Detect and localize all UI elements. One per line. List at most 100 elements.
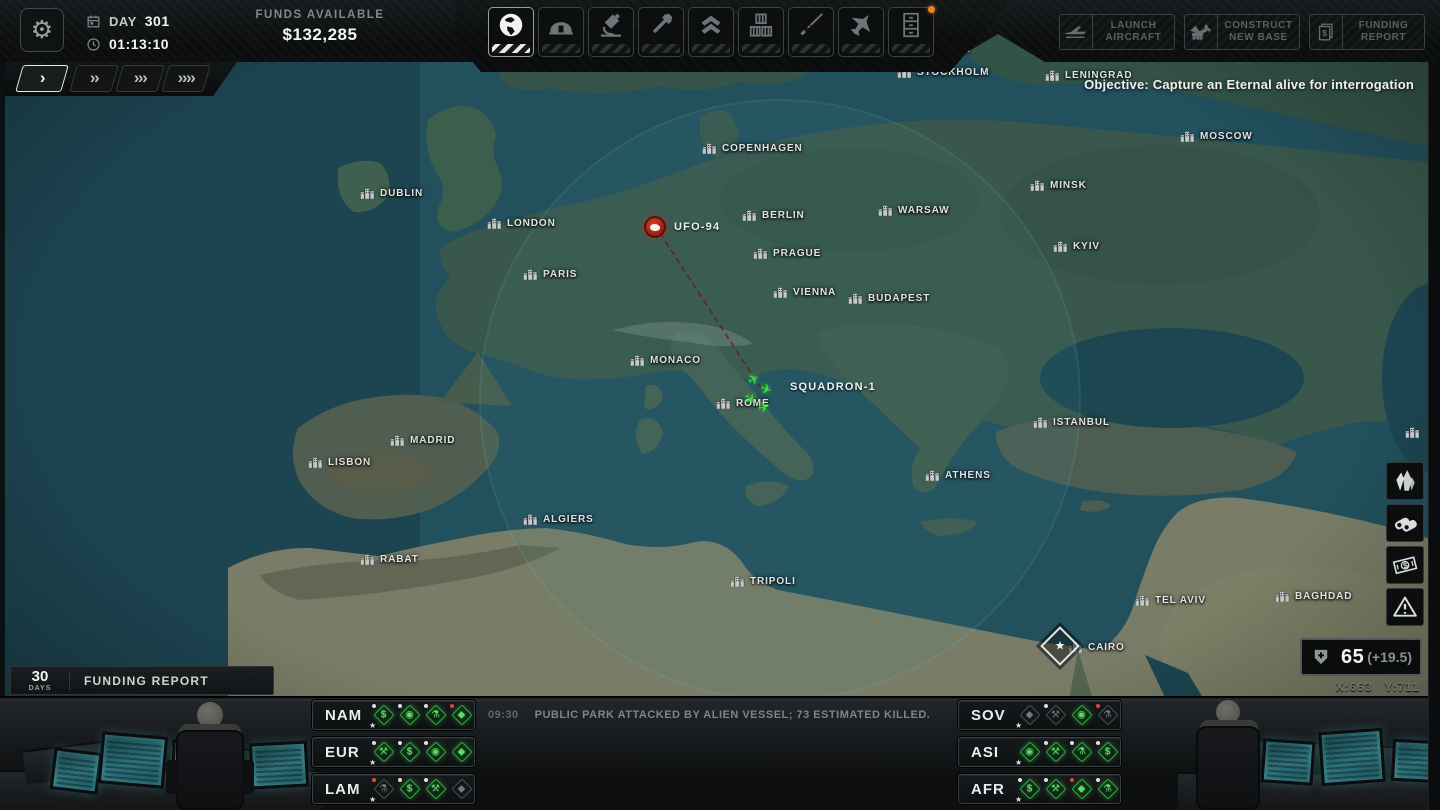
region-row-sov[interactable]: SOV ◆ ★ ⚒ ◉ ⚗ [958,700,1121,730]
base-marker[interactable]: ★ [1040,626,1080,666]
main-toolbar [455,0,1012,72]
speed-2-button[interactable]: ›› [69,65,119,92]
toolbar-stores-button[interactable] [738,7,784,57]
funding-days-value: 30 [31,668,49,685]
stores-icon [746,10,776,40]
star-icon: ★ [1015,757,1023,767]
toolbar-research-button[interactable] [588,7,634,57]
launch-aircraft-label: LAUNCH AIRCRAFT [1093,14,1175,50]
city-moscow[interactable]: MOSCOW [1180,131,1253,142]
city-warsaw[interactable]: WARSAW [878,205,950,216]
city-baghdad[interactable]: BAGHDAD [1275,591,1352,602]
city-algiers[interactable]: ALGIERS [523,514,594,525]
city-prague[interactable]: PRAGUE [753,248,821,259]
city-icon [773,287,788,298]
toolbar-armory-button[interactable] [788,7,834,57]
city-athens[interactable]: ATHENS [925,470,991,481]
city-label: PARIS [543,269,578,280]
chevron-icon: ››› [133,67,147,87]
city-vienna[interactable]: VIENNA [773,287,836,298]
status-dot [1096,703,1100,708]
personnel-icon [696,10,726,40]
resources-layer-button[interactable] [1386,462,1424,500]
ticker-time: 09:30 [488,709,519,721]
region-science-icon: ⚗ [1095,777,1120,802]
console-operator-right [1178,698,1440,810]
region-engineering-icon: ⚒ [1043,703,1068,728]
fuel-layer-button[interactable] [1386,504,1424,542]
toolbar-aircraft-button[interactable] [838,7,884,57]
city-icon [487,218,502,229]
region-intel-icon: ◉ [423,740,448,765]
city-tripoli[interactable]: TRIPOLI [730,576,796,587]
region-row-eur[interactable]: EUR ⚒ ★ $ ◉ ◆ [312,737,475,767]
base-icon [546,10,576,40]
button-hatch [692,44,730,53]
speed-1-button[interactable]: › [15,65,69,92]
city-minsk[interactable]: MINSK [1030,180,1087,191]
launch-aircraft-button[interactable]: LAUNCH AIRCRAFT [1059,14,1175,50]
time-controls: › ›› ››› ›››› [5,62,237,96]
button-hatch [642,44,680,53]
city-lisbon[interactable]: LISBON [308,457,371,468]
toolbar-base-button[interactable] [538,7,584,57]
speed-4-button[interactable]: ›››› [161,65,211,92]
city-madrid[interactable]: MADRID [390,435,455,446]
city-icon [360,554,375,565]
city-icon [848,293,863,304]
city-tel-aviv[interactable]: TEL AVIV [1135,595,1206,606]
toolbar-personnel-button[interactable] [688,7,734,57]
city-icon [1045,70,1060,81]
city-berlin[interactable]: BERLIN [742,210,805,221]
toolbar-engineering-button[interactable] [638,7,684,57]
button-hatch [792,44,830,53]
city-marker[interactable] [1405,427,1420,438]
region-region-icon: ◆ [449,703,474,728]
aircraft-icon [846,10,876,40]
city-monaco[interactable]: MONACO [630,355,701,366]
region-row-afr[interactable]: AFR $ ★ ⚒ ◆ ⚗ [958,774,1121,804]
region-science-icon: ⚗ [1069,740,1094,765]
status-dot [1044,777,1048,782]
speed-3-button[interactable]: ››› [115,65,165,92]
status-dot [1018,777,1022,782]
city-label: BUDAPEST [868,293,931,304]
button-hatch [742,44,780,53]
funding-report-button[interactable]: $ FUNDING REPORT [1309,14,1425,50]
city-london[interactable]: LONDON [487,218,556,229]
funding-countdown[interactable]: 30 DAYS FUNDING REPORT [10,666,274,695]
region-panel-left: NAM $ ★ ◉ ⚗ ◆ EUR ⚒ ★ $ ◉ ◆ LAM ⚗ ★ $ ⚒ ◆ [312,700,475,810]
status-dot [450,703,454,708]
region-money-icon: $ [397,777,422,802]
chevron-icon: ›››› [177,67,195,87]
region-intel-icon: ◉ ★ [1015,740,1042,767]
star-icon: ★ [1015,720,1023,730]
city-kyiv[interactable]: KYIV [1053,241,1100,252]
clock-icon [86,37,101,52]
region-row-nam[interactable]: NAM $ ★ ◉ ⚗ ◆ [312,700,475,730]
alerts-layer-button[interactable] [1386,588,1424,626]
region-row-asi[interactable]: ASI ◉ ★ ⚒ ⚗ $ [958,737,1121,767]
region-code: SOV [971,706,1006,724]
armory-icon [796,10,826,40]
region-code: EUR [325,743,360,761]
city-budapest[interactable]: BUDAPEST [848,293,930,304]
city-copenhagen[interactable]: COPENHAGEN [702,143,803,154]
toolbar-geoscape-button[interactable] [488,7,534,57]
construct-new-base-button[interactable]: CONSTRUCT NEW BASE [1184,14,1300,50]
squadron-marker[interactable]: ✈ ✈ ✈ ✈ [740,369,790,421]
city-rabat[interactable]: RABAT [360,554,419,565]
region-status-slots: ⚗ ★ $ ⚒ ◆ [369,777,474,804]
city-icon [360,188,375,199]
funds-layer-button[interactable]: $ [1386,546,1424,584]
cash-icon: $ [1392,552,1418,578]
settings-button[interactable]: ⚙ [20,8,64,52]
ufo-marker[interactable]: UFO-94 [644,216,720,238]
city-istanbul[interactable]: ISTANBUL [1033,417,1110,428]
city-paris[interactable]: PARIS [523,269,577,280]
region-row-lam[interactable]: LAM ⚗ ★ $ ⚒ ◆ [312,774,475,804]
city-dublin[interactable]: DUBLIN [360,188,423,199]
toolbar-archive-button[interactable] [888,6,935,57]
score-badge: 65 (+19.5) [1300,638,1422,676]
divider [69,671,70,690]
